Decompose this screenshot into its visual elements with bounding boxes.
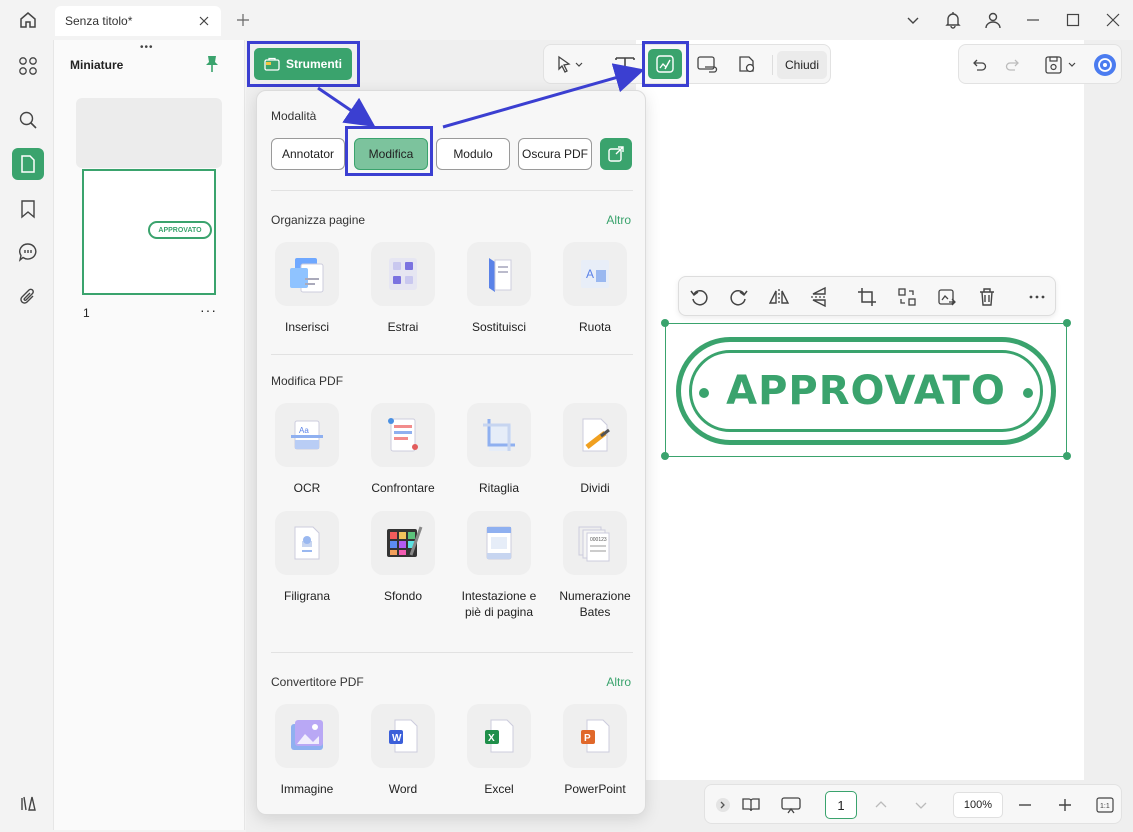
resize-handle[interactable] (661, 319, 669, 327)
stamp-dot (699, 388, 709, 398)
actual-size-icon[interactable]: 1:1 (1093, 793, 1117, 817)
extract-image-icon[interactable] (935, 285, 959, 309)
page-number-input[interactable]: 1 (825, 791, 857, 819)
resize-handle[interactable] (1063, 319, 1071, 327)
delete-icon[interactable] (975, 285, 999, 309)
presentation-icon[interactable] (779, 793, 803, 817)
flip-vertical-icon[interactable] (807, 285, 831, 309)
zoom-out-icon[interactable] (1013, 793, 1037, 817)
rotate-left-icon[interactable] (687, 285, 711, 309)
more-options-icon[interactable] (1025, 285, 1049, 309)
resize-handle[interactable] (661, 452, 669, 460)
page-up-icon[interactable] (869, 793, 893, 817)
svg-text:1:1: 1:1 (1100, 803, 1110, 810)
stamp-text: APPROVATO (726, 368, 1006, 414)
resize-handle[interactable] (1063, 452, 1071, 460)
object-toolbar (678, 276, 1056, 316)
approved-stamp-image[interactable]: APPROVATO (676, 337, 1056, 445)
rotate-right-icon[interactable] (727, 285, 751, 309)
expand-icon[interactable] (711, 793, 735, 817)
crop-icon[interactable] (855, 285, 879, 309)
flip-horizontal-icon[interactable] (767, 285, 791, 309)
zoom-level[interactable]: 100% (953, 792, 1003, 818)
page-down-icon[interactable] (909, 793, 933, 817)
zoom-in-icon[interactable] (1053, 793, 1077, 817)
replace-image-icon[interactable] (895, 285, 919, 309)
reading-mode-icon[interactable] (739, 793, 763, 817)
stamp-dot (1023, 388, 1033, 398)
bottom-bar: 1 100% 1:1 (704, 784, 1122, 824)
